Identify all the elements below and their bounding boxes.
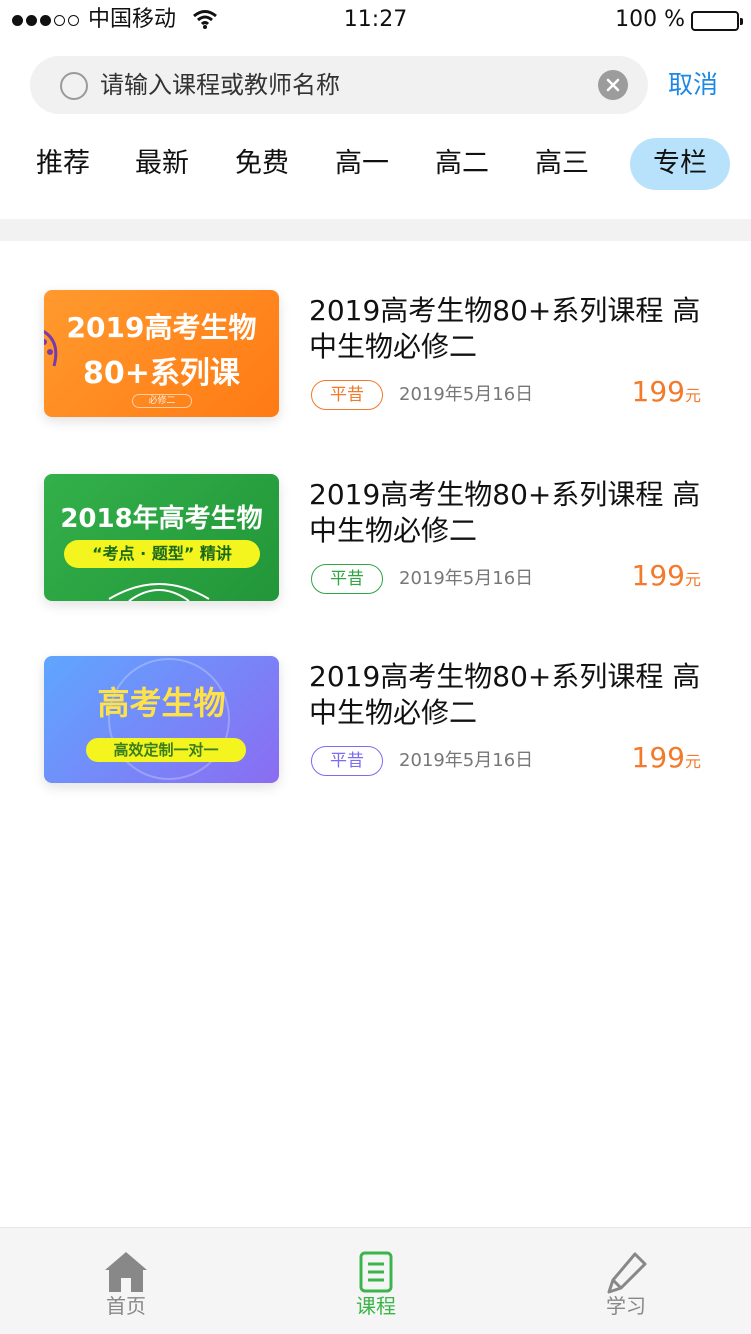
tab-latest[interactable]: 最新: [135, 138, 189, 190]
category-tabs: 推荐 最新 免费 高一 高二 高三 专栏: [0, 138, 751, 190]
course-tag: 平昔: [311, 746, 383, 776]
tab-free[interactable]: 免费: [235, 138, 289, 190]
search-icon: [60, 72, 88, 100]
nav-course[interactable]: 课程: [316, 1228, 436, 1334]
nav-course-label: 课程: [356, 1294, 396, 1318]
course-tag: 平昔: [311, 564, 383, 594]
thumbnail-pill: “考点 · 题型” 精讲: [64, 540, 260, 568]
course-date: 2019年5月16日: [399, 750, 534, 771]
thumbnail-title: 2019高考生物: [66, 311, 257, 344]
thumbnail-title: 高考生物: [97, 684, 226, 722]
course-title: 2019高考生物80+系列课程 高中生物必修二: [309, 294, 701, 363]
tab-recommend[interactable]: 推荐: [36, 138, 90, 190]
tab-grade-2[interactable]: 高二: [435, 138, 489, 190]
course-price: 199元: [631, 559, 701, 592]
nav-study[interactable]: 学习: [566, 1228, 686, 1334]
battery-icon: [691, 11, 743, 31]
bottom-navigation: 首页 课程 学习: [0, 1227, 751, 1334]
thumbnail-tag: 必修二: [132, 394, 192, 408]
section-divider: [0, 219, 751, 241]
home-icon: [105, 1252, 147, 1292]
course-price: 199元: [631, 741, 701, 774]
course-item[interactable]: 2018年高考生物 “考点 · 题型” 精讲 2019高考生物80+系列课程 高…: [0, 474, 751, 614]
tab-grade-1[interactable]: 高一: [335, 138, 389, 190]
nav-study-label: 学习: [606, 1294, 646, 1318]
nav-home-label: 首页: [106, 1294, 146, 1318]
course-item[interactable]: 高考生物 高效定制一对一 2019高考生物80+系列课程 高中生物必修二 平昔 …: [0, 656, 751, 796]
status-bar: 中国移动 11:27 100 %: [0, 0, 751, 42]
course-thumbnail: 2019高考生物 80+系列课 必修二: [44, 290, 279, 417]
pencil-icon: [607, 1252, 647, 1294]
course-thumbnail: 2018年高考生物 “考点 · 题型” 精讲: [44, 474, 279, 601]
course-date: 2019年5月16日: [399, 568, 534, 589]
course-icon: [359, 1251, 393, 1293]
course-item[interactable]: 2019高考生物 80+系列课 必修二 2019高考生物80+系列课程 高中生物…: [0, 290, 751, 430]
course-title: 2019高考生物80+系列课程 高中生物必修二: [309, 660, 701, 729]
thumbnail-title: 2018年高考生物: [60, 504, 263, 534]
battery-percent: 100 %: [615, 7, 685, 32]
course-date: 2019年5月16日: [399, 384, 534, 405]
dna-decoration-icon: [108, 583, 210, 601]
thumbnail-subtitle: 80+系列课: [83, 356, 240, 391]
clear-icon[interactable]: [598, 70, 628, 100]
course-title: 2019高考生物80+系列课程 高中生物必修二: [309, 478, 701, 547]
course-thumbnail: 高考生物 高效定制一对一: [44, 656, 279, 783]
cancel-button[interactable]: 取消: [668, 68, 718, 102]
search-bar: [30, 56, 648, 114]
nav-home[interactable]: 首页: [66, 1228, 186, 1334]
course-price: 199元: [631, 375, 701, 408]
thumbnail-pill: 高效定制一对一: [86, 738, 246, 762]
tab-column[interactable]: 专栏: [630, 138, 730, 190]
course-tag: 平昔: [311, 380, 383, 410]
tab-grade-3[interactable]: 高三: [535, 138, 589, 190]
search-input[interactable]: [100, 56, 580, 114]
